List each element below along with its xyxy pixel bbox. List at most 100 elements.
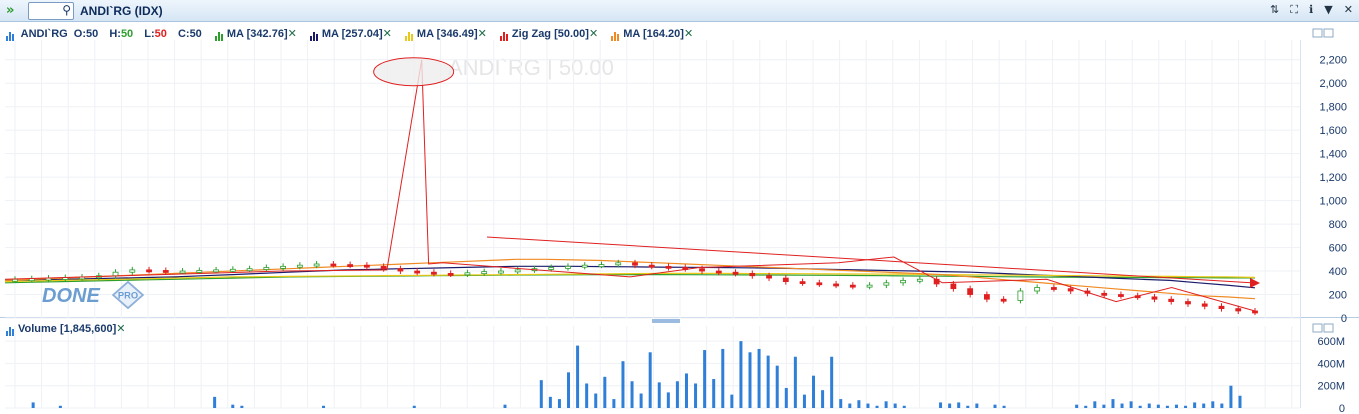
maximize-icon [1323,323,1334,333]
volume-bar [503,404,507,408]
volume-bar [630,381,634,408]
price-tick-label: 1,200 [1319,172,1347,184]
volume-bar [231,404,235,408]
volume-bar [993,404,997,408]
volume-bar [1129,401,1133,408]
price-tick-label: 1,400 [1319,149,1347,161]
volume-bar [1111,399,1115,408]
volume-bar [612,399,616,408]
volume-bar [1156,404,1160,408]
volume-bar [821,390,825,408]
volume-bar [784,387,788,408]
volume-bar [1184,405,1188,408]
volume-tick-label: 400M [1317,358,1345,370]
volume-bar [666,392,670,408]
candle-body [196,270,203,273]
candle-body [1067,288,1074,292]
candle-body [1101,292,1108,296]
candle-body [1000,298,1007,302]
peak-marker [373,57,455,87]
candle-body [1185,301,1191,305]
volume-bar [812,375,816,408]
volume-bar [1211,401,1215,408]
volume-bar [966,405,970,408]
volume-bar [839,399,843,408]
candle-body [548,267,555,270]
candle-body [481,271,488,275]
volume-bar [603,376,607,408]
candle-body [615,262,622,266]
candle-body [380,265,387,270]
volume-bar [830,356,834,408]
volume-bar [684,373,688,408]
volume-bar [793,356,797,408]
candle-body [179,270,186,274]
candle-body [1201,303,1208,307]
volume-bar [957,402,961,408]
volume-tick-label: 0 [1339,403,1345,414]
candle-body [229,268,236,272]
pro-badge: PRO [112,281,144,309]
candle-body [581,264,588,268]
price-tick-label: 200 [1329,290,1347,302]
price-tick-label: 800 [1329,219,1347,231]
volume-bar [1220,403,1224,408]
minimize-icon [1312,323,1323,333]
volume-bar [594,393,598,408]
remove-icon[interactable]: ✕ [116,322,125,335]
candle-body [766,275,772,279]
price-tick-label: 1,000 [1319,196,1347,208]
volume-bar [748,352,752,408]
volume-bar [1229,385,1233,408]
candle-body [1218,305,1225,310]
candle-body [1051,287,1057,290]
candle-body [431,271,437,275]
price-tick-label: 1,600 [1319,125,1347,137]
volume-bar [58,405,62,408]
volume-bar [567,372,571,408]
candle-body [498,270,504,274]
candle-body [967,288,974,295]
volume-bar [576,345,580,408]
candle-body [749,272,756,277]
logo: DONE [42,285,100,307]
volume-bar [939,402,943,408]
volume-bar [875,405,879,408]
volume-bar [1075,404,1079,408]
volume-bar [694,383,698,408]
volume-bar [893,403,897,408]
candle-body [632,262,638,266]
volume-bar [240,405,244,408]
volume-bar [1138,405,1142,408]
chart-canvas[interactable]: 2,200 2,000 1,800 1,600 1,400 1,200 1,000 800 60… [0,0,1359,414]
volume-bar [585,383,589,408]
candle-body [565,265,571,269]
volume-bar [412,405,416,408]
pane-resize-handle [652,319,680,323]
candle-body [665,265,672,269]
candle-body [12,278,18,282]
candle-body [414,270,421,274]
volume-bar [975,403,979,408]
price-tick-label: 400 [1329,266,1347,278]
volume-bar [639,393,643,408]
candle-body [883,282,890,286]
volume-bar [648,352,652,408]
volume-bar [884,401,888,408]
volume-bar [802,394,806,408]
volume-bar [902,405,906,408]
volume-label: Volume [1,845,600] [18,323,117,335]
candle-body [715,270,722,274]
candle-body [129,269,136,273]
volume-bar [730,394,734,408]
volume-bar [1165,405,1169,408]
volume-bar [1193,402,1197,408]
candle-body [213,269,219,273]
candle-body [983,294,990,300]
volume-bar [1084,405,1088,408]
candle-body [799,281,806,285]
candle-body [363,264,370,268]
candle-body [246,268,253,272]
bar-chart-icon [6,324,15,336]
volume-bar [1202,403,1206,408]
